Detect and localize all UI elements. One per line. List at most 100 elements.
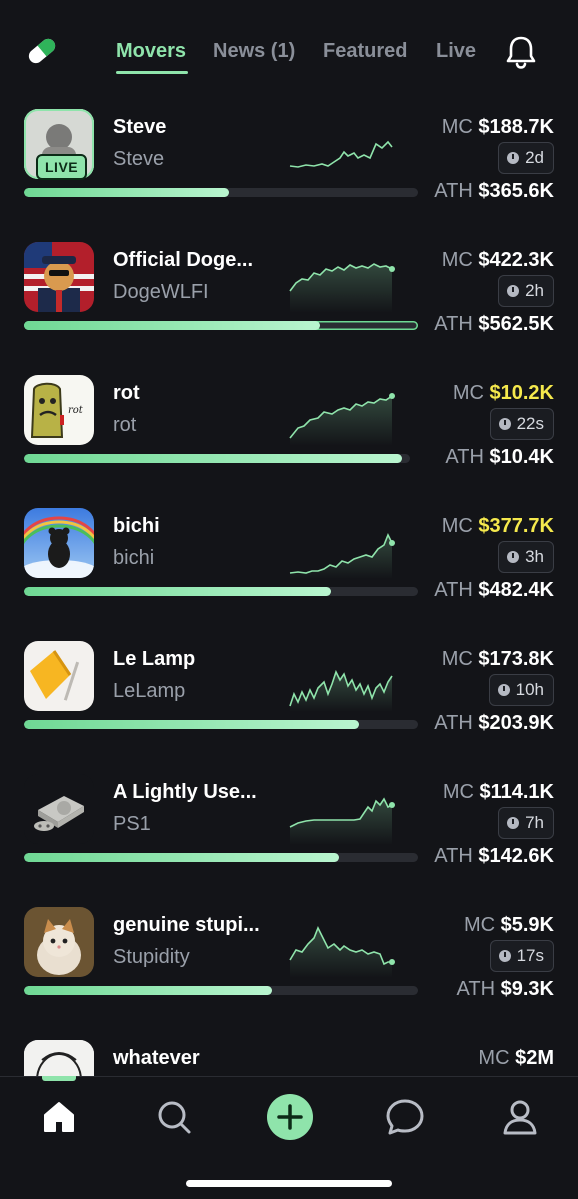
- mc-label: MC: [463, 914, 496, 936]
- ath-label: ATH: [456, 978, 496, 1000]
- ath-value: $365.6K: [478, 180, 554, 202]
- progress-fill: [24, 720, 359, 729]
- mc-label: MC: [441, 249, 473, 271]
- sparkline: [289, 797, 395, 845]
- ath-label: ATH: [434, 579, 473, 601]
- bonding-progress: [24, 321, 418, 330]
- age-value: 22s: [516, 414, 544, 433]
- market-cap: MC $10.2K: [453, 382, 554, 405]
- mc-label: MC: [441, 648, 473, 670]
- nav-create[interactable]: [266, 1093, 314, 1141]
- age-value: 10h: [515, 680, 544, 699]
- token-name: Le Lamp: [113, 648, 196, 670]
- market-cap: MC $422.3K: [442, 249, 554, 272]
- mc-value: $422.3K: [478, 249, 554, 271]
- token-avatar: [24, 641, 94, 711]
- token-name: rot: [113, 382, 140, 404]
- token-avatar: [24, 1040, 94, 1076]
- age-value: 2h: [525, 281, 544, 300]
- sparkline: [288, 1053, 396, 1076]
- nav-search[interactable]: [152, 1095, 196, 1139]
- bonding-progress: [24, 587, 418, 596]
- token-row[interactable]: bichi bichi MC $377.7K 3h ATH $482.4K: [0, 491, 578, 624]
- clock-icon: [497, 684, 510, 696]
- progress-fill: [24, 853, 340, 862]
- profile-icon: [503, 1100, 537, 1135]
- clock-icon: [498, 418, 511, 430]
- nav-chat[interactable]: [383, 1095, 427, 1139]
- app-root: Movers News (1) Featured Live LIVE Steve…: [0, 0, 578, 1199]
- mc-value: $10.2K: [489, 382, 555, 404]
- sparkline: [289, 669, 393, 712]
- bonding-progress: [24, 986, 418, 995]
- nav-profile[interactable]: [498, 1095, 542, 1139]
- tab-live[interactable]: Live: [436, 40, 476, 63]
- plus-icon: [267, 1094, 313, 1140]
- nav-home[interactable]: [37, 1095, 81, 1139]
- all-time-high: ATH $365.6K: [434, 180, 554, 203]
- mc-value: $5.9K: [500, 914, 554, 936]
- token-ticker: Steve: [113, 148, 165, 170]
- bonding-progress: [24, 188, 418, 197]
- progress-fill: [24, 587, 332, 596]
- all-time-high: ATH $562.5K: [434, 313, 554, 336]
- mc-value: $114.1K: [479, 781, 554, 803]
- ath-value: $142.6K: [478, 845, 554, 867]
- token-ticker: PS1: [113, 813, 151, 835]
- sparkline: [289, 263, 395, 313]
- active-nav-indicator: [42, 1076, 76, 1081]
- age-badge: 3h: [498, 541, 554, 573]
- token-avatar: [24, 907, 94, 977]
- token-ticker: DogeWLFI: [113, 281, 209, 303]
- token-row[interactable]: Le Lamp LeLamp MC $173.8K 10h ATH $203.9…: [0, 624, 578, 757]
- ath-label: ATH: [434, 180, 473, 202]
- all-time-high: ATH $203.9K: [434, 712, 554, 735]
- tab-movers[interactable]: Movers: [116, 40, 186, 63]
- mc-label: MC: [442, 781, 474, 803]
- search-icon: [158, 1101, 191, 1134]
- market-cap: MC $114.1K: [443, 781, 554, 804]
- ath-label: ATH: [434, 313, 473, 335]
- bell-icon[interactable]: [504, 34, 538, 70]
- ath-label: ATH: [434, 712, 473, 734]
- age-badge: 10h: [488, 674, 554, 706]
- market-cap: MC $377.7K: [442, 515, 554, 538]
- movers-list[interactable]: LIVE Steve Steve MC $188.7K 2d ATH $365.…: [0, 92, 578, 1076]
- token-avatar: [24, 242, 94, 312]
- mc-label: MC: [452, 382, 484, 404]
- token-name: bichi: [113, 515, 160, 537]
- chat-icon: [386, 1099, 424, 1135]
- token-row[interactable]: whatever MC $2M: [0, 1023, 578, 1076]
- ath-value: $9.3K: [500, 978, 554, 1000]
- ath-value: $562.5K: [478, 313, 554, 335]
- age-value: 2d: [525, 148, 544, 167]
- age-badge: 2d: [498, 142, 554, 174]
- market-cap: MC $2M: [478, 1047, 554, 1070]
- age-badge: 7h: [498, 807, 554, 839]
- ath-label: ATH: [445, 446, 484, 468]
- pill-icon[interactable]: [24, 33, 60, 69]
- market-cap: MC $5.9K: [464, 914, 554, 937]
- mc-value: $2M: [515, 1047, 554, 1069]
- token-name: whatever: [113, 1047, 200, 1069]
- token-avatar: rot: [24, 375, 94, 445]
- clock-icon: [507, 152, 520, 164]
- token-row[interactable]: LIVE Steve Steve MC $188.7K 2d ATH $365.…: [0, 92, 578, 225]
- token-row[interactable]: genuine stupi... Stupidity MC $5.9K 17s …: [0, 890, 578, 1023]
- ath-value: $203.9K: [478, 712, 554, 734]
- token-row[interactable]: rot rot rot MC $10.2K 22s ATH $10.4K: [0, 358, 578, 491]
- sparkline: [289, 140, 393, 168]
- age-value: 17s: [516, 946, 544, 965]
- active-tab-indicator: [116, 71, 188, 74]
- tab-featured[interactable]: Featured: [323, 40, 407, 63]
- token-row[interactable]: A Lightly Use... PS1 MC $114.1K 7h ATH $…: [0, 757, 578, 890]
- age-badge: 17s: [489, 940, 554, 972]
- tab-news[interactable]: News (1): [213, 40, 295, 63]
- token-ticker: bichi: [113, 547, 155, 569]
- token-avatar: [24, 508, 94, 578]
- bonding-progress: [24, 454, 410, 463]
- age-badge: 22s: [489, 408, 554, 440]
- token-row[interactable]: Official Doge... DogeWLFI MC $422.3K 2h …: [0, 225, 578, 358]
- age-value: 3h: [525, 547, 544, 566]
- age-badge: 2h: [498, 275, 554, 307]
